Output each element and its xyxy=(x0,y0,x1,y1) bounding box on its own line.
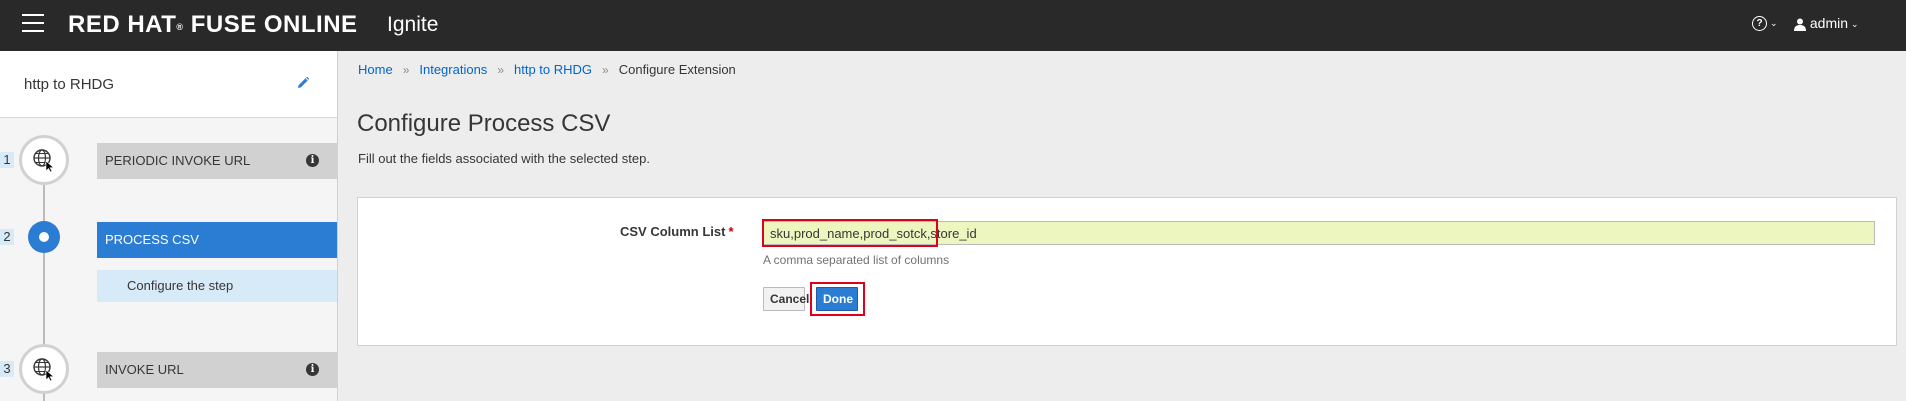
page-title: Configure Process CSV xyxy=(357,110,611,137)
help-icon: ? xyxy=(1752,15,1767,31)
step-number: 3 xyxy=(0,361,14,377)
field-help-text: A comma separated list of columns xyxy=(763,253,950,267)
done-button[interactable]: Done xyxy=(816,287,858,311)
product-name: Ignite xyxy=(387,13,439,36)
info-icon[interactable]: i xyxy=(306,154,319,167)
sub-step-configure[interactable]: Configure the step xyxy=(97,270,337,302)
step-1-node[interactable] xyxy=(19,135,69,185)
configure-form-card: CSV Column List* A comma separated list … xyxy=(357,197,1897,346)
chevron-down-icon: ⌄ xyxy=(1770,17,1778,28)
info-icon[interactable]: i xyxy=(306,363,319,376)
cancel-button[interactable]: Cancel xyxy=(763,287,809,311)
breadcrumb-integrations[interactable]: Integrations xyxy=(419,62,487,77)
breadcrumb: Home » Integrations » http to RHDG » Configure… xyxy=(358,62,736,77)
masthead: RED HAT® FUSE ONLINE Ignite ? ⌄ admin ⌄ xyxy=(0,0,1906,51)
step-3-node[interactable] xyxy=(19,344,69,394)
breadcrumb-home[interactable]: Home xyxy=(358,62,393,77)
brand-name: RED HAT xyxy=(68,11,177,38)
step-1-periodic-invoke-url[interactable]: PERIODIC INVOKE URL i xyxy=(97,143,337,179)
field-label-text: CSV Column List xyxy=(620,224,726,239)
required-mark: * xyxy=(728,224,734,239)
hamburger-menu-icon[interactable] xyxy=(22,14,44,34)
sub-step-label: Configure the step xyxy=(127,278,234,293)
step-number: 1 xyxy=(0,152,14,168)
step-number: 2 xyxy=(0,229,14,245)
breadcrumb-integration[interactable]: http to RHDG xyxy=(514,62,592,77)
breadcrumb-separator: » xyxy=(602,63,609,77)
brand-product: FUSE ONLINE xyxy=(190,11,358,38)
breadcrumb-separator: » xyxy=(497,63,504,77)
page-description: Fill out the fields associated with the … xyxy=(358,151,650,166)
csv-column-list-label: CSV Column List * xyxy=(620,224,734,239)
chevron-down-icon: ⌄ xyxy=(1851,18,1859,29)
active-step-dot xyxy=(39,232,49,242)
help-menu[interactable]: ? ⌄ xyxy=(1752,14,1778,31)
user-name: admin xyxy=(1809,15,1849,31)
pencil-icon[interactable] xyxy=(297,77,309,89)
step-label: PROCESS CSV xyxy=(105,232,199,247)
integration-header: http to RHDG xyxy=(0,51,337,118)
csv-column-list-input[interactable] xyxy=(763,221,1875,245)
user-icon xyxy=(1794,18,1806,31)
integration-sidebar: http to RHDG 1 PERIODIC INVOKE URL i 2 P… xyxy=(0,51,338,401)
user-menu[interactable]: admin ⌄ xyxy=(1794,15,1859,31)
globe-cursor-icon xyxy=(33,358,55,382)
breadcrumb-separator: » xyxy=(402,63,410,77)
step-2-process-csv[interactable]: PROCESS CSV xyxy=(97,222,337,258)
step-2-node-active[interactable] xyxy=(28,221,60,253)
globe-cursor-icon xyxy=(33,149,55,173)
breadcrumb-current: Configure Extension xyxy=(618,62,736,77)
step-label: INVOKE URL xyxy=(105,362,184,377)
brand-logo: RED HAT® FUSE ONLINE xyxy=(68,10,358,40)
integration-name: http to RHDG xyxy=(24,76,115,93)
step-3-invoke-url[interactable]: INVOKE URL i xyxy=(97,352,337,388)
brand-mark: ® xyxy=(176,22,184,32)
step-label: PERIODIC INVOKE URL xyxy=(105,153,251,168)
